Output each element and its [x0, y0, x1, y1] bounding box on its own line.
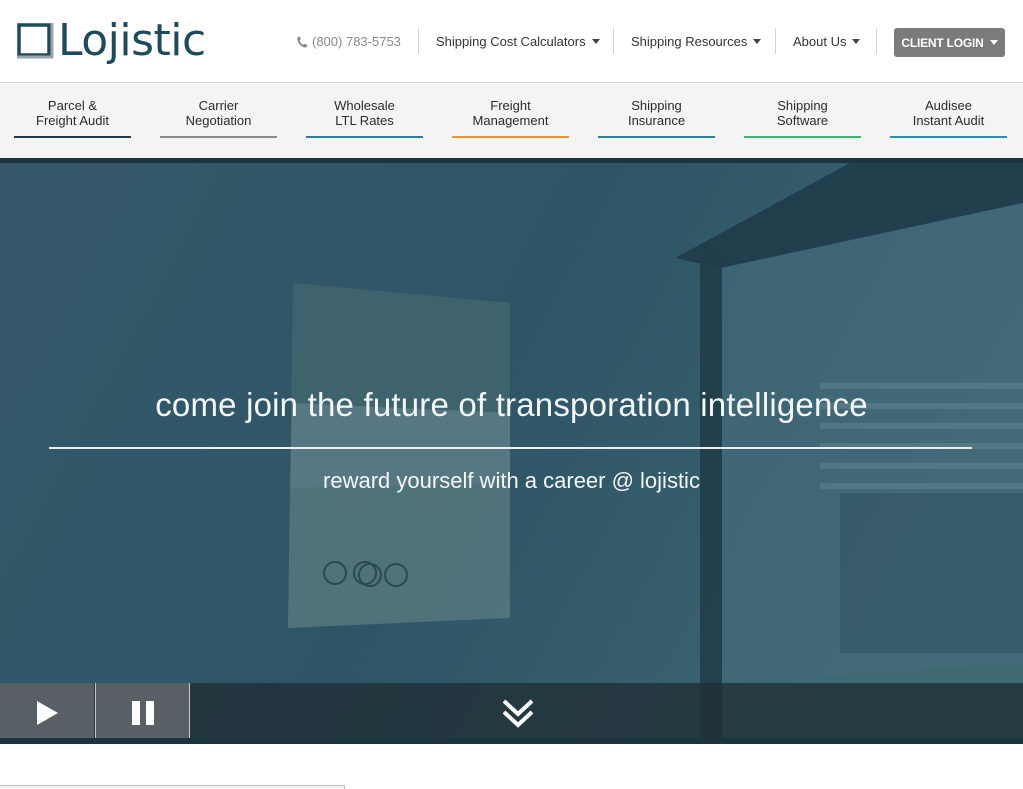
phone-number[interactable]: (800) 783-5753 — [297, 0, 401, 83]
service-underline — [160, 136, 277, 138]
service-underline — [452, 136, 569, 138]
service-underline — [14, 136, 131, 138]
service-label-line1: Wholesale — [334, 98, 395, 113]
nav-divider — [775, 28, 776, 54]
double-chevron-down-icon — [502, 699, 534, 728]
play-icon — [37, 701, 58, 725]
hero-video: come join the future of transporation in… — [0, 158, 1023, 744]
service-shipping-software[interactable]: Shipping Software — [744, 98, 861, 138]
video-control-bar — [0, 683, 1023, 743]
nav-label: Shipping Resources — [631, 34, 748, 49]
below-fold-panel-edge — [0, 785, 345, 789]
service-label-line2: Freight Audit — [36, 113, 109, 128]
scroll-down-button[interactable] — [498, 695, 538, 731]
nav-shipping-cost-calculators[interactable]: Shipping Cost Calculators — [436, 0, 600, 83]
pause-button[interactable] — [95, 683, 190, 743]
service-parcel-freight-audit[interactable]: Parcel & Freight Audit — [14, 98, 131, 138]
hero-title: come join the future of transporation in… — [155, 386, 868, 423]
service-freight-management[interactable]: Freight Management — [452, 98, 569, 138]
client-login-button[interactable]: CLIENT LOGIN — [894, 28, 1005, 57]
service-audisee-instant-audit[interactable]: Audisee Instant Audit — [890, 98, 1007, 138]
service-underline — [890, 136, 1007, 138]
logo-text: Lojistic — [58, 15, 206, 66]
service-label-line1: Audisee — [925, 98, 972, 113]
nav-about-us[interactable]: About Us — [793, 0, 861, 83]
service-label-line2: Instant Audit — [912, 113, 985, 128]
service-label-line1: Shipping — [631, 98, 682, 113]
service-underline — [744, 136, 861, 138]
service-underline — [306, 136, 423, 138]
service-label-line2: Negotiation — [185, 113, 252, 128]
site-header: Lojistic (800) 783-5753 Shipping Cost Ca… — [0, 0, 1023, 83]
caret-down-icon — [591, 39, 600, 44]
service-shipping-insurance[interactable]: Shipping Insurance — [598, 98, 715, 138]
hero-background-image — [0, 163, 1023, 744]
pause-icon — [131, 701, 154, 725]
service-label-line1: Shipping — [777, 98, 828, 113]
nav-label: Shipping Cost Calculators — [436, 34, 586, 49]
service-underline — [598, 136, 715, 138]
hero-bottom-border — [0, 738, 1023, 744]
nav-label: About Us — [793, 34, 847, 49]
hero-divider — [49, 447, 972, 449]
service-label-line2: Management — [472, 113, 549, 128]
caret-down-icon — [852, 39, 861, 44]
phone-label: (800) 783-5753 — [312, 34, 401, 49]
service-label-line2: LTL Rates — [335, 113, 394, 128]
caret-down-icon — [753, 39, 762, 44]
logo-mark-icon — [16, 21, 54, 61]
phone-icon — [297, 35, 308, 48]
service-label-line2: Software — [776, 113, 829, 128]
logo[interactable]: Lojistic — [16, 14, 206, 68]
service-wholesale-ltl-rates[interactable]: Wholesale LTL Rates — [306, 98, 423, 138]
nav-divider — [418, 28, 419, 54]
service-label-line2: Insurance — [627, 113, 686, 128]
nav-divider — [613, 28, 614, 54]
service-label-line1: Freight — [490, 98, 531, 113]
service-carrier-negotiation[interactable]: Carrier Negotiation — [160, 98, 277, 138]
service-label-line1: Carrier — [198, 98, 239, 113]
services-nav: Parcel & Freight Audit Carrier Negotiati… — [0, 84, 1023, 158]
nav-divider — [876, 28, 877, 54]
play-button[interactable] — [0, 683, 94, 743]
caret-down-icon — [989, 40, 998, 45]
hero-subtitle: reward yourself with a career @ lojistic — [323, 468, 700, 493]
service-label-line1: Parcel & — [47, 98, 98, 113]
nav-shipping-resources[interactable]: Shipping Resources — [631, 0, 762, 83]
client-login-label: CLIENT LOGIN — [901, 35, 984, 50]
